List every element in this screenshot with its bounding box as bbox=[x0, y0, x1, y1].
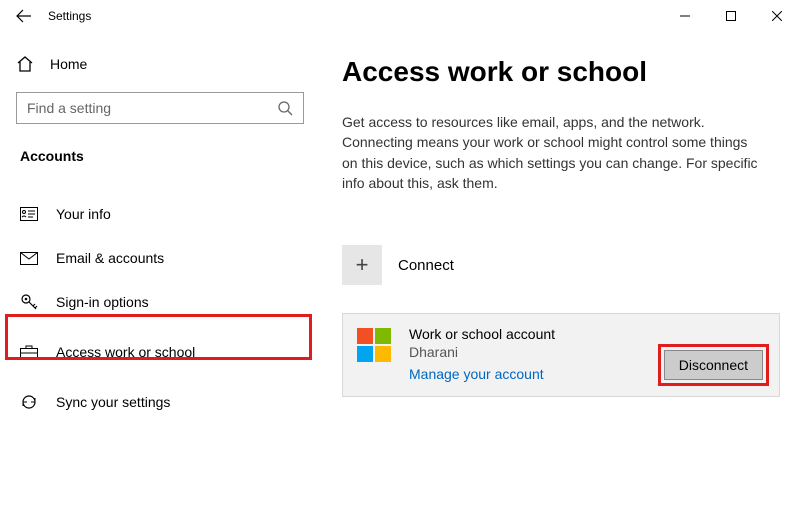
close-button[interactable] bbox=[754, 0, 800, 32]
nav-label: Sign-in options bbox=[56, 294, 149, 310]
search-box[interactable] bbox=[16, 92, 304, 124]
plus-icon: + bbox=[342, 245, 382, 285]
close-icon bbox=[772, 11, 782, 21]
key-icon bbox=[20, 293, 38, 311]
sidebar: Home Accounts Your info Email & accounts bbox=[0, 32, 320, 522]
disconnect-wrap: Disconnect bbox=[658, 344, 769, 386]
maximize-icon bbox=[726, 11, 736, 21]
main-panel: Access work or school Get access to reso… bbox=[320, 32, 800, 522]
sidebar-item-sync-settings[interactable]: Sync your settings bbox=[4, 380, 316, 424]
sidebar-item-access-work-school[interactable]: Access work or school bbox=[4, 330, 316, 374]
section-title: Accounts bbox=[20, 148, 316, 164]
connect-label: Connect bbox=[398, 257, 454, 274]
titlebar: Settings bbox=[0, 0, 800, 32]
nav-list: Your info Email & accounts Sign-in optio… bbox=[4, 192, 316, 424]
home-icon bbox=[16, 55, 34, 73]
sidebar-item-your-info[interactable]: Your info bbox=[4, 192, 316, 236]
disconnect-button[interactable]: Disconnect bbox=[664, 350, 763, 380]
home-nav[interactable]: Home bbox=[4, 44, 316, 84]
manage-account-link[interactable]: Manage your account bbox=[409, 366, 555, 382]
search-icon bbox=[277, 100, 293, 116]
maximize-button[interactable] bbox=[708, 0, 754, 32]
account-name: Dharani bbox=[409, 344, 555, 360]
briefcase-icon bbox=[20, 345, 38, 360]
search-input[interactable] bbox=[27, 100, 277, 116]
connect-button[interactable]: + Connect bbox=[342, 245, 780, 285]
account-info: Work or school account Dharani Manage yo… bbox=[409, 326, 555, 382]
nav-label: Email & accounts bbox=[56, 250, 164, 266]
back-button[interactable] bbox=[0, 0, 48, 32]
microsoft-logo-icon bbox=[357, 328, 391, 362]
minimize-icon bbox=[680, 11, 690, 21]
nav-label: Access work or school bbox=[56, 344, 195, 360]
mail-icon bbox=[20, 252, 38, 265]
annotation-highlight-disconnect: Disconnect bbox=[658, 344, 769, 386]
nav-label: Sync your settings bbox=[56, 394, 170, 410]
search-wrap bbox=[16, 92, 304, 124]
page-description: Get access to resources like email, apps… bbox=[342, 112, 762, 193]
page-heading: Access work or school bbox=[342, 56, 780, 88]
sync-icon bbox=[20, 393, 38, 411]
account-card[interactable]: Work or school account Dharani Manage yo… bbox=[342, 313, 780, 397]
sidebar-item-email-accounts[interactable]: Email & accounts bbox=[4, 236, 316, 280]
app-title: Settings bbox=[48, 9, 91, 23]
id-card-icon bbox=[20, 207, 38, 221]
account-title: Work or school account bbox=[409, 326, 555, 342]
content-area: Home Accounts Your info Email & accounts bbox=[0, 32, 800, 522]
sidebar-item-sign-in-options[interactable]: Sign-in options bbox=[4, 280, 316, 324]
arrow-left-icon bbox=[16, 8, 32, 24]
nav-label: Your info bbox=[56, 206, 111, 222]
minimize-button[interactable] bbox=[662, 0, 708, 32]
home-label: Home bbox=[50, 56, 87, 72]
window-controls bbox=[662, 0, 800, 32]
